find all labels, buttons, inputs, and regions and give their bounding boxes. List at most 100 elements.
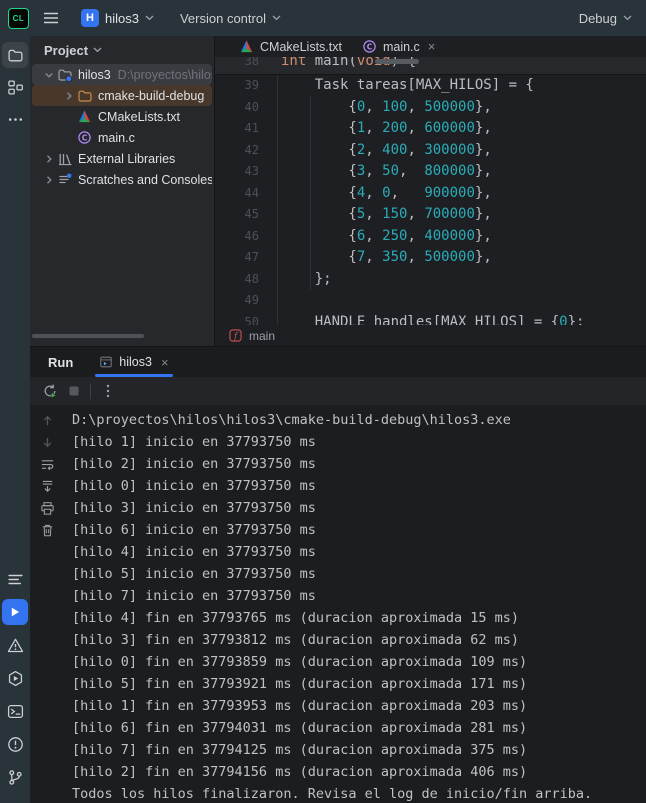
code-line-40[interactable]: 40 {0, 100, 500000},: [215, 97, 646, 119]
line-number: 49: [215, 290, 259, 312]
chevron-down-icon[interactable]: [42, 70, 56, 80]
chevron-down-icon: [272, 15, 281, 21]
tree-item-hilos3[interactable]: hilos3D:\proyectos\hilos\h: [32, 64, 212, 85]
sticky-line: 38int main(void) {: [215, 57, 646, 75]
services-icon: [7, 670, 24, 687]
scroll-down-button[interactable]: [40, 435, 55, 450]
tree-item-scratches-and-consoles[interactable]: Scratches and Consoles: [32, 169, 212, 190]
tree-item-label: CMakeLists.txt: [98, 110, 180, 124]
code-line-48[interactable]: 48 };: [215, 269, 646, 291]
stripe-button-more-tools[interactable]: [2, 106, 28, 132]
code-line-45[interactable]: 45 {5, 150, 700000},: [215, 204, 646, 226]
tree-item-label: External Libraries: [78, 152, 175, 166]
tree-item-label: main.c: [98, 131, 135, 145]
stripe-top-group: [2, 42, 28, 138]
run-icon: [9, 606, 21, 618]
close-tab-icon[interactable]: ×: [161, 355, 169, 370]
tab-cmakelists[interactable]: CMakeLists.txt: [229, 36, 352, 57]
soft-wrap-button[interactable]: [40, 457, 55, 472]
tree-item-cmakelists-txt[interactable]: CMakeLists.txt: [32, 106, 212, 127]
code-line-47[interactable]: 47 {7, 350, 500000},: [215, 247, 646, 269]
libraries-icon: [56, 151, 73, 167]
tree-item-label: Scratches and Consoles: [78, 173, 212, 187]
code-line-49[interactable]: 49: [215, 290, 646, 312]
tree-item-cmake-build-debug[interactable]: cmake-build-debug: [32, 85, 212, 106]
function-icon: f: [229, 329, 242, 342]
warning-triangle-icon: [7, 637, 24, 654]
stripe-button-terminal[interactable]: [2, 698, 28, 724]
console: D:\proyectos\hilos\hilos3\cmake-build-de…: [30, 405, 646, 803]
line-number: 43: [215, 161, 259, 183]
tree-item-main-c[interactable]: Cmain.c: [32, 127, 212, 148]
code-line-42[interactable]: 42 {2, 400, 300000},: [215, 140, 646, 162]
svg-text:f: f: [233, 332, 239, 342]
tree-item-external-libraries[interactable]: External Libraries: [32, 148, 212, 169]
horizontal-scrollbar[interactable]: [32, 334, 144, 338]
project-tool-window: Project hilos3D:\proyectos\hilos\hcmake-…: [30, 36, 215, 346]
tab-label: main.c: [383, 40, 420, 54]
tree-item-label: hilos3: [78, 68, 111, 82]
git-branch-icon: [7, 769, 24, 786]
console-line: [hilo 3] fin en 37793812 ms (duracion ap…: [72, 629, 638, 651]
folder-icon: [76, 88, 93, 104]
chevron-right-icon[interactable]: [62, 91, 76, 101]
lines-icon: [7, 571, 24, 588]
project-selector[interactable]: H hilos3: [81, 9, 154, 27]
stripe-button-exclamation-circle[interactable]: [2, 731, 28, 757]
console-line: [hilo 1] fin en 37793953 ms (duracion ap…: [72, 695, 638, 717]
breadcrumb-item[interactable]: main: [249, 329, 275, 343]
clear-button[interactable]: [40, 523, 55, 538]
scroll-up-button[interactable]: [40, 413, 55, 428]
project-panel-header[interactable]: Project: [30, 36, 214, 64]
code-line-41[interactable]: 41 {1, 200, 600000},: [215, 118, 646, 140]
more-vertical-button[interactable]: [100, 383, 116, 399]
console-line: Todos los hilos finalizaron. Revisa el l…: [72, 783, 638, 803]
stripe-button-warning-triangle[interactable]: [2, 632, 28, 658]
version-control-menu[interactable]: Version control: [180, 11, 281, 26]
code-line-44[interactable]: 44 {4, 0, 900000},: [215, 183, 646, 205]
indent-guide: [277, 75, 278, 325]
version-control-label: Version control: [180, 11, 266, 26]
cmake-icon: [239, 39, 254, 54]
stripe-button-services[interactable]: [2, 665, 28, 691]
code-text: {4, 0, 900000},: [259, 183, 492, 205]
line-number: 46: [215, 226, 259, 248]
chevron-right-icon[interactable]: [42, 175, 56, 185]
tab-main-c[interactable]: C main.c ×: [352, 36, 445, 57]
code-line-39[interactable]: 39 Task tareas[MAX_HILOS] = {: [215, 75, 646, 97]
stripe-button-lines[interactable]: [2, 566, 28, 592]
project-tree: hilos3D:\proyectos\hilos\hcmake-build-de…: [30, 64, 214, 190]
code-text: {0, 100, 500000},: [259, 97, 492, 119]
stripe-button-project-folder-tool[interactable]: [2, 42, 28, 68]
console-line: [hilo 2] inicio en 37793750 ms: [72, 453, 638, 475]
code-text: };: [259, 269, 332, 291]
cmake-icon: [76, 109, 93, 124]
project-panel-title: Project: [44, 43, 88, 58]
run-console-icon: [99, 355, 113, 369]
code-line-46[interactable]: 46 {6, 250, 400000},: [215, 226, 646, 248]
run-tab-hilos3[interactable]: hilos3 ×: [95, 347, 172, 377]
stop-button[interactable]: [67, 384, 81, 398]
console-line: [hilo 7] fin en 37794125 ms (duracion ap…: [72, 739, 638, 761]
scroll-to-end-button[interactable]: [40, 479, 55, 494]
print-button[interactable]: [40, 501, 55, 516]
close-tab-icon[interactable]: ×: [428, 39, 436, 54]
c-file-icon: C: [76, 130, 93, 145]
build-profile-label: Debug: [579, 11, 617, 26]
chevron-right-icon[interactable]: [42, 154, 56, 164]
code-line-43[interactable]: 43 {3, 50, 800000},: [215, 161, 646, 183]
rerun-button[interactable]: [42, 383, 58, 399]
stripe-button-run[interactable]: [2, 599, 28, 625]
build-profile-selector[interactable]: Debug: [579, 11, 632, 26]
breadcrumb: f main: [215, 325, 646, 346]
stripe-button-git-branch[interactable]: [2, 764, 28, 790]
code-line-50[interactable]: 50 HANDLE handles[MAX_HILOS] = {0};: [215, 312, 646, 326]
clion-logo-icon[interactable]: CL: [8, 8, 29, 29]
svg-text:C: C: [367, 42, 373, 51]
hamburger-menu-icon[interactable]: [43, 11, 59, 25]
code-area[interactable]: 39 Task tareas[MAX_HILOS] = {40 {0, 100,…: [215, 75, 646, 325]
stripe-button-structure[interactable]: [2, 74, 28, 100]
code-text: {7, 350, 500000},: [259, 247, 492, 269]
console-line: [hilo 4] inicio en 37793750 ms: [72, 541, 638, 563]
code-text: {2, 400, 300000},: [259, 140, 492, 162]
